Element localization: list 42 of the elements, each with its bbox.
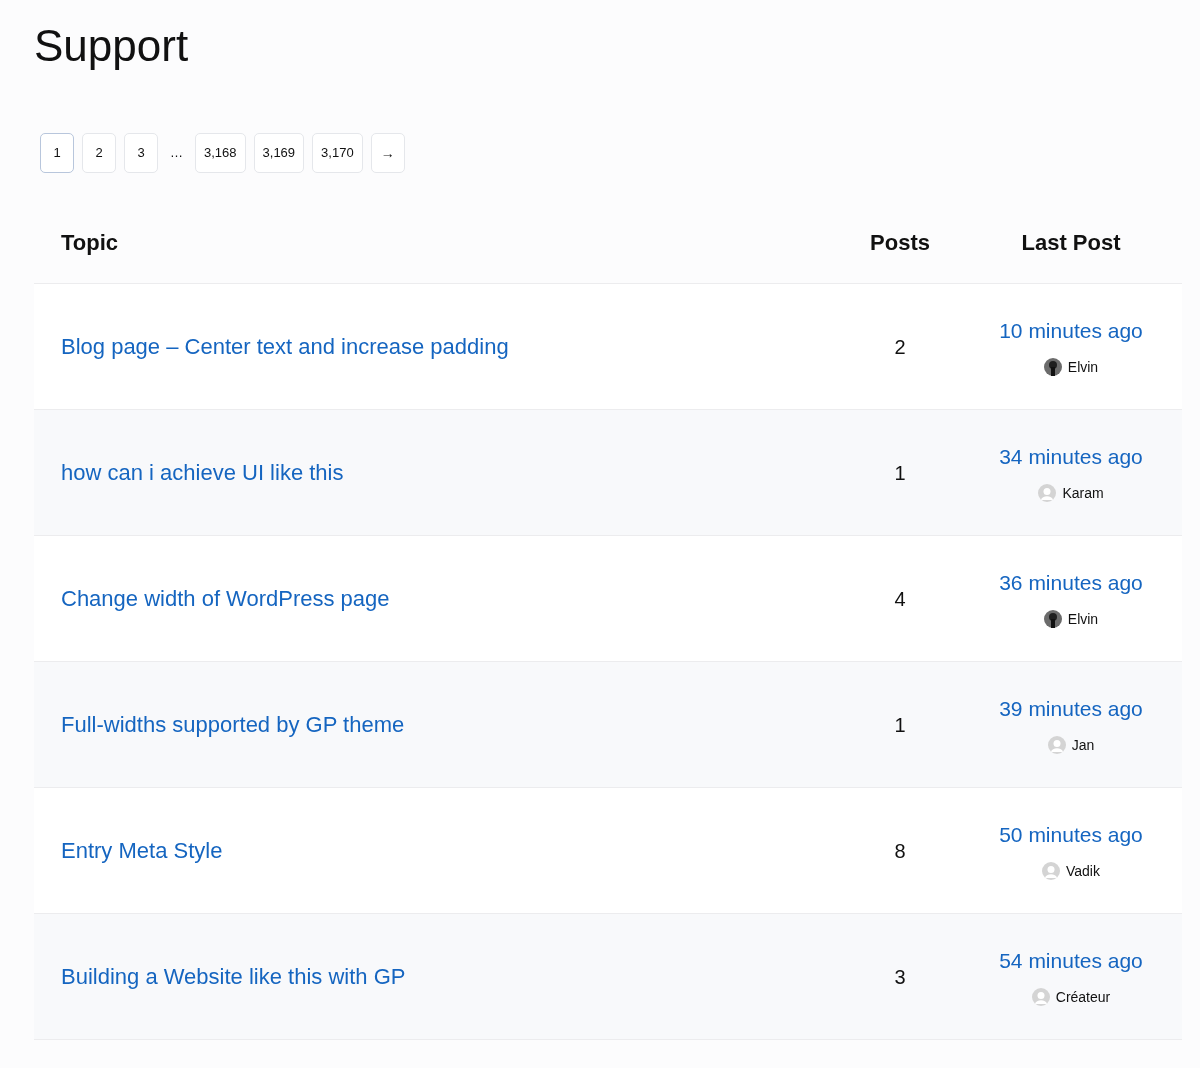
avatar-silhouette-icon xyxy=(1038,484,1057,503)
author-name: Vadik xyxy=(1066,861,1100,881)
author-name: Karam xyxy=(1062,483,1104,503)
page-button[interactable]: 3,170 xyxy=(312,133,363,173)
post-count: 1 xyxy=(894,713,906,736)
post-count: 2 xyxy=(894,335,906,358)
column-header: Posts xyxy=(870,229,930,255)
post-count: 4 xyxy=(894,587,906,610)
avatar-photo xyxy=(1043,358,1062,377)
last-post-link[interactable]: 36 minutes ago xyxy=(999,567,1143,599)
topic-link[interactable]: Entry Meta Style xyxy=(61,838,223,863)
avatar-photo xyxy=(1043,610,1062,629)
page-button[interactable]: 3,168 xyxy=(195,133,246,173)
author-name: Elvin xyxy=(1067,609,1099,629)
avatar-silhouette-icon xyxy=(1047,736,1066,755)
page-title: Support xyxy=(34,20,189,72)
topic-link[interactable]: how can i achieve UI like this xyxy=(61,460,344,485)
author-name: Elvin xyxy=(1067,357,1099,377)
last-post-link[interactable]: 54 minutes ago xyxy=(999,945,1143,977)
topic-link[interactable]: Blog page – Center text and increase padding xyxy=(61,334,509,359)
topic-link[interactable]: Change width of WordPress page xyxy=(61,586,390,611)
author-name: Créateur xyxy=(1055,987,1111,1007)
last-post-link[interactable]: 39 minutes ago xyxy=(999,693,1143,725)
post-count: 3 xyxy=(894,965,906,988)
last-post-link[interactable]: 50 minutes ago xyxy=(999,819,1143,851)
column-header: Last Post xyxy=(1021,229,1121,255)
page-button[interactable]: 1 xyxy=(40,133,74,173)
next-page-button[interactable]: → xyxy=(370,133,405,173)
author-name: Jan xyxy=(1071,735,1095,755)
post-count: 8 xyxy=(894,839,906,862)
last-post-link[interactable]: 34 minutes ago xyxy=(999,441,1143,473)
topic-link[interactable]: Full-widths supported by GP theme xyxy=(61,712,405,737)
avatar-silhouette-icon xyxy=(1042,862,1060,881)
last-post-link[interactable]: 10 minutes ago xyxy=(999,315,1143,347)
column-header: Topic xyxy=(61,229,119,255)
page-button[interactable]: 3 xyxy=(124,133,158,173)
page-button[interactable]: 2 xyxy=(82,133,116,173)
post-count: 1 xyxy=(894,461,906,484)
pagination-ellipsis: … xyxy=(169,144,184,163)
page-button[interactable]: 3,169 xyxy=(253,133,305,173)
topic-link[interactable]: Building a Website like this with GP xyxy=(61,964,406,989)
avatar-silhouette-icon xyxy=(1031,988,1050,1007)
